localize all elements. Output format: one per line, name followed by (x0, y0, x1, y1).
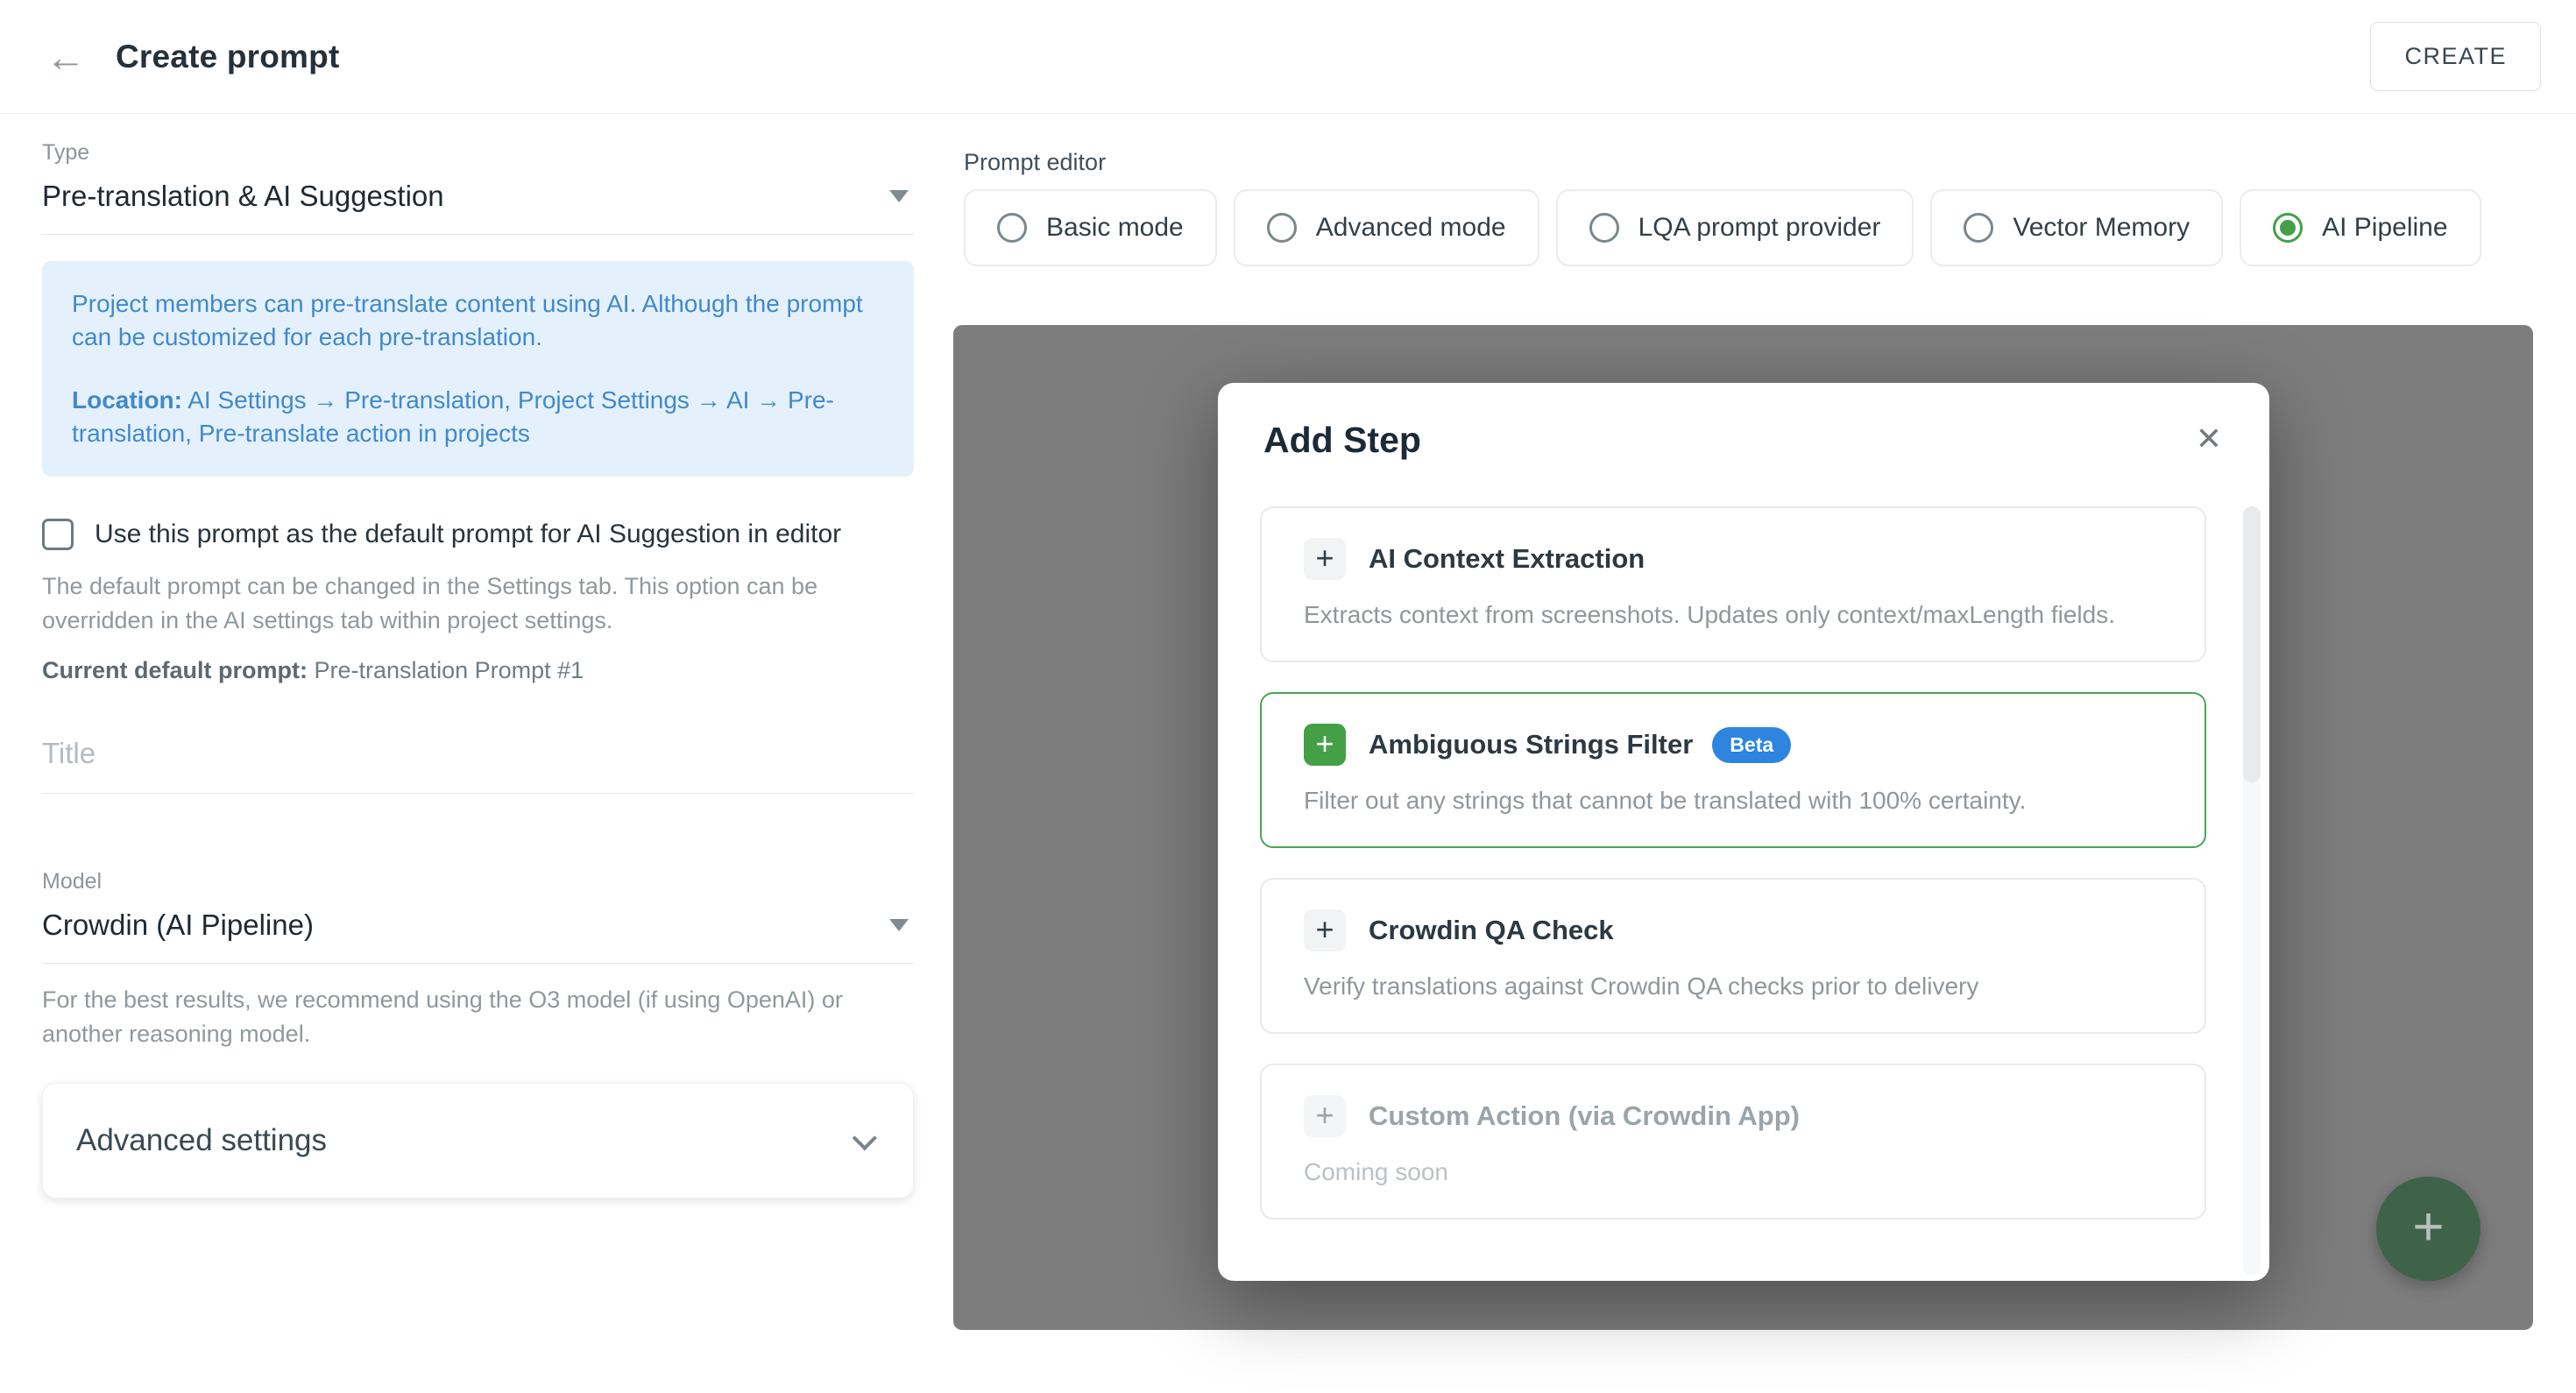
plus-icon: + (1304, 909, 1346, 951)
model-help: For the best results, we recommend using… (42, 983, 914, 1051)
beta-badge: Beta (1712, 727, 1791, 763)
mode-ai-pipeline[interactable]: AI Pipeline (2240, 189, 2480, 266)
prompt-form: Type Pre-translation & AI Suggestion Pro… (42, 114, 914, 1199)
step-description: Filter out any strings that cannot be tr… (1304, 787, 2204, 815)
step-crowdin-qa-check[interactable]: + Crowdin QA Check Verify translations a… (1260, 878, 2206, 1034)
step-head: + Ambiguous Strings Filter Beta (1304, 724, 2204, 766)
step-head: + Custom Action (via Crowdin App) (1304, 1095, 2204, 1137)
default-prompt-checkbox-row: Use this prompt as the default prompt fo… (42, 519, 914, 550)
chevron-down-icon (853, 1126, 877, 1150)
plus-icon: + (1304, 1095, 1346, 1137)
title-field (42, 737, 914, 794)
step-title: Crowdin QA Check (1369, 915, 1614, 946)
type-value: Pre-translation & AI Suggestion (42, 180, 444, 213)
info-location-label: Location: (72, 386, 182, 414)
prompt-editor-label: Prompt editor (964, 149, 1106, 176)
step-title: Ambiguous Strings Filter (1369, 729, 1693, 760)
step-description: Coming soon (1304, 1158, 2204, 1186)
top-bar: ← Create prompt CREATE (0, 0, 2576, 114)
model-select[interactable]: Crowdin (AI Pipeline) (42, 909, 914, 964)
mode-advanced[interactable]: Advanced mode (1234, 189, 1539, 266)
info-box: Project members can pre-translate conten… (42, 261, 914, 477)
radio-selected-icon (2273, 213, 2303, 243)
step-title: AI Context Extraction (1369, 543, 1645, 575)
type-label: Type (42, 140, 914, 166)
default-prompt-help: The default prompt can be changed in the… (42, 569, 914, 638)
step-head: + Crowdin QA Check (1304, 909, 2204, 951)
type-field: Type Pre-translation & AI Suggestion (42, 140, 914, 235)
step-description: Extracts context from screenshots. Updat… (1304, 601, 2204, 629)
advanced-settings-label: Advanced settings (76, 1123, 327, 1158)
info-location-text: AI Settings → Pre-translation, Project S… (72, 386, 834, 447)
mode-basic[interactable]: Basic mode (964, 189, 1217, 266)
mode-label: Vector Memory (2013, 213, 2190, 243)
plus-icon: + (1304, 538, 1346, 580)
radio-icon (1589, 213, 1619, 243)
mode-vector-memory[interactable]: Vector Memory (1930, 189, 2223, 266)
current-default-prompt: Current default prompt: Pre-translation … (42, 657, 914, 684)
modal-title: Add Step (1263, 420, 1421, 461)
mode-label: Basic mode (1046, 213, 1184, 243)
mode-label: Advanced mode (1316, 213, 1506, 243)
current-default-label: Current default prompt: (42, 657, 308, 683)
plus-icon: + (1304, 724, 1346, 766)
info-paragraph: Project members can pre-translate conten… (72, 287, 884, 354)
add-step-fab[interactable]: + (2376, 1177, 2480, 1281)
model-value: Crowdin (AI Pipeline) (42, 909, 314, 942)
step-title: Custom Action (via Crowdin App) (1369, 1100, 1800, 1132)
add-step-modal: Add Step ✕ + AI Context Extraction Extra… (1218, 383, 2269, 1281)
step-ambiguous-strings-filter[interactable]: + Ambiguous Strings Filter Beta Filter o… (1260, 692, 2206, 848)
title-input[interactable] (42, 737, 914, 770)
mode-label: AI Pipeline (2322, 213, 2447, 243)
prompt-editor-modes: Basic mode Advanced mode LQA prompt prov… (964, 189, 2481, 266)
info-location: Location: AI Settings → Pre-translation,… (72, 384, 884, 450)
create-button[interactable]: CREATE (2370, 22, 2541, 91)
default-prompt-checkbox[interactable] (42, 519, 74, 550)
model-field: Model Crowdin (AI Pipeline) For the best… (42, 869, 914, 1051)
back-arrow-icon[interactable]: ← (46, 37, 86, 77)
mode-lqa-prompt-provider[interactable]: LQA prompt provider (1556, 189, 1914, 266)
step-description: Verify translations against Crowdin QA c… (1304, 972, 2204, 1001)
radio-icon (997, 213, 1027, 243)
caret-down-icon (889, 190, 909, 202)
page-title: Create prompt (116, 39, 339, 75)
step-head: + AI Context Extraction (1304, 538, 2204, 580)
type-select[interactable]: Pre-translation & AI Suggestion (42, 180, 914, 235)
current-default-value: Pre-translation Prompt #1 (315, 657, 584, 683)
create-prompt-page: ← Create prompt CREATE Type Pre-translat… (0, 0, 2576, 1393)
mode-label: LQA prompt provider (1638, 213, 1881, 243)
radio-icon (1267, 213, 1297, 243)
default-prompt-checkbox-label: Use this prompt as the default prompt fo… (95, 520, 841, 549)
plus-icon: + (2412, 1200, 2444, 1255)
model-label: Model (42, 869, 914, 894)
close-icon[interactable]: ✕ (2196, 423, 2222, 455)
caret-down-icon (889, 919, 909, 931)
modal-scrollbar-thumb[interactable] (2243, 506, 2261, 782)
radio-icon (1964, 213, 1993, 243)
step-ai-context-extraction[interactable]: + AI Context Extraction Extracts context… (1260, 506, 2206, 662)
step-custom-action: + Custom Action (via Crowdin App) Coming… (1260, 1064, 2206, 1220)
advanced-settings-expander[interactable]: Advanced settings (42, 1083, 914, 1199)
